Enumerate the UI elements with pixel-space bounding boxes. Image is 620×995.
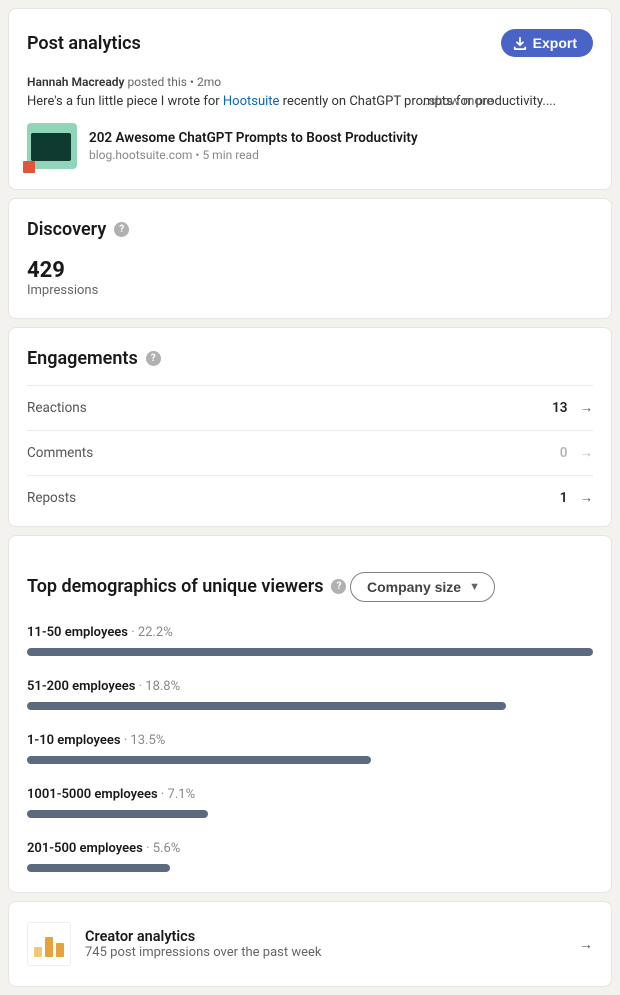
link-thumbnail bbox=[27, 123, 77, 169]
demographic-bar bbox=[27, 810, 593, 818]
show-more-button[interactable]: ...show more bbox=[418, 93, 493, 111]
help-icon[interactable]: ? bbox=[114, 222, 129, 237]
demographic-percent: · 7.1% bbox=[158, 787, 195, 802]
demographic-dimension-dropdown[interactable]: Company size ▼ bbox=[350, 572, 495, 602]
demographic-label: 201-500 employees bbox=[27, 841, 143, 856]
post-analytics-card: Post analytics Export Hannah Macready po… bbox=[8, 8, 612, 190]
engagement-row-reactions[interactable]: Reactions 13 → bbox=[27, 385, 593, 430]
demographics-title: Top demographics of unique viewers ? bbox=[27, 576, 346, 597]
engagements-card: Engagements ? Reactions13→Comments0→Repo… bbox=[8, 327, 612, 527]
demographic-row: 1001-5000 employees · 7.1% bbox=[27, 786, 593, 818]
demographic-row: 11-50 employees · 22.2% bbox=[27, 624, 593, 656]
help-icon[interactable]: ? bbox=[146, 351, 161, 366]
demographic-percent: · 18.8% bbox=[135, 679, 180, 694]
export-button-label: Export bbox=[533, 35, 577, 51]
demographic-label: 11-50 employees bbox=[27, 625, 128, 640]
arrow-right-icon: → bbox=[579, 936, 593, 953]
link-preview[interactable]: 202 Awesome ChatGPT Prompts to Boost Pro… bbox=[27, 123, 593, 169]
arrow-right-icon: → bbox=[580, 445, 594, 461]
demographic-row: 1-10 employees · 13.5% bbox=[27, 732, 593, 764]
post-author-line: Hannah Macready posted this • 2mo bbox=[27, 75, 593, 89]
link-title: 202 Awesome ChatGPT Prompts to Boost Pro… bbox=[89, 130, 418, 146]
chevron-down-icon: ▼ bbox=[469, 581, 480, 593]
demographic-percent: · 22.2% bbox=[128, 625, 173, 640]
post-author[interactable]: Hannah Macready bbox=[27, 75, 125, 89]
discovery-title: Discovery ? bbox=[27, 219, 129, 240]
engagement-row-reposts[interactable]: Reposts 1 → bbox=[27, 475, 593, 506]
header-row: Post analytics Export bbox=[27, 29, 593, 57]
bar-chart-icon bbox=[27, 922, 71, 966]
help-icon[interactable]: ? bbox=[331, 579, 346, 594]
export-button[interactable]: Export bbox=[501, 29, 593, 57]
impressions-label: Impressions bbox=[27, 283, 593, 298]
demographic-row: 51-200 employees · 18.8% bbox=[27, 678, 593, 710]
demographic-row: 201-500 employees · 5.6% bbox=[27, 840, 593, 872]
demographic-bar bbox=[27, 648, 593, 656]
post-time: 2mo bbox=[197, 75, 221, 89]
engagement-value: 1 bbox=[560, 490, 568, 506]
demographic-bar bbox=[27, 864, 593, 872]
demographic-percent: · 5.6% bbox=[143, 841, 180, 856]
demographic-label: 51-200 employees bbox=[27, 679, 135, 694]
demographic-bar bbox=[27, 756, 593, 764]
creator-analytics-card[interactable]: Creator analytics 745 post impressions o… bbox=[8, 901, 612, 987]
discovery-card: Discovery ? 429 Impressions bbox=[8, 198, 612, 319]
engagement-label: Comments bbox=[27, 445, 93, 461]
download-icon bbox=[513, 36, 527, 50]
engagement-value: 0 bbox=[560, 445, 568, 461]
link-meta: blog.hootsuite.com • 5 min read bbox=[89, 148, 418, 162]
page-title: Post analytics bbox=[27, 33, 141, 54]
engagement-label: Reposts bbox=[27, 490, 76, 506]
engagement-value: 13 bbox=[552, 400, 567, 416]
demographics-card: Top demographics of unique viewers ? Com… bbox=[8, 535, 612, 893]
engagement-label: Reactions bbox=[27, 400, 87, 416]
engagement-row-comments: Comments 0 → bbox=[27, 430, 593, 475]
post-body: Here's a fun little piece I wrote for Ho… bbox=[27, 93, 593, 111]
engagements-title: Engagements ? bbox=[27, 348, 161, 369]
demographic-percent: · 13.5% bbox=[121, 733, 166, 748]
arrow-right-icon: → bbox=[580, 490, 594, 506]
demographic-bar bbox=[27, 702, 593, 710]
creator-analytics-title: Creator analytics bbox=[85, 928, 565, 945]
impressions-value: 429 bbox=[27, 258, 593, 283]
brand-link[interactable]: Hootsuite bbox=[223, 94, 280, 109]
arrow-right-icon: → bbox=[580, 400, 594, 416]
demographic-label: 1001-5000 employees bbox=[27, 787, 158, 802]
demographic-label: 1-10 employees bbox=[27, 733, 121, 748]
creator-analytics-subtitle: 745 post impressions over the past week bbox=[85, 945, 565, 960]
